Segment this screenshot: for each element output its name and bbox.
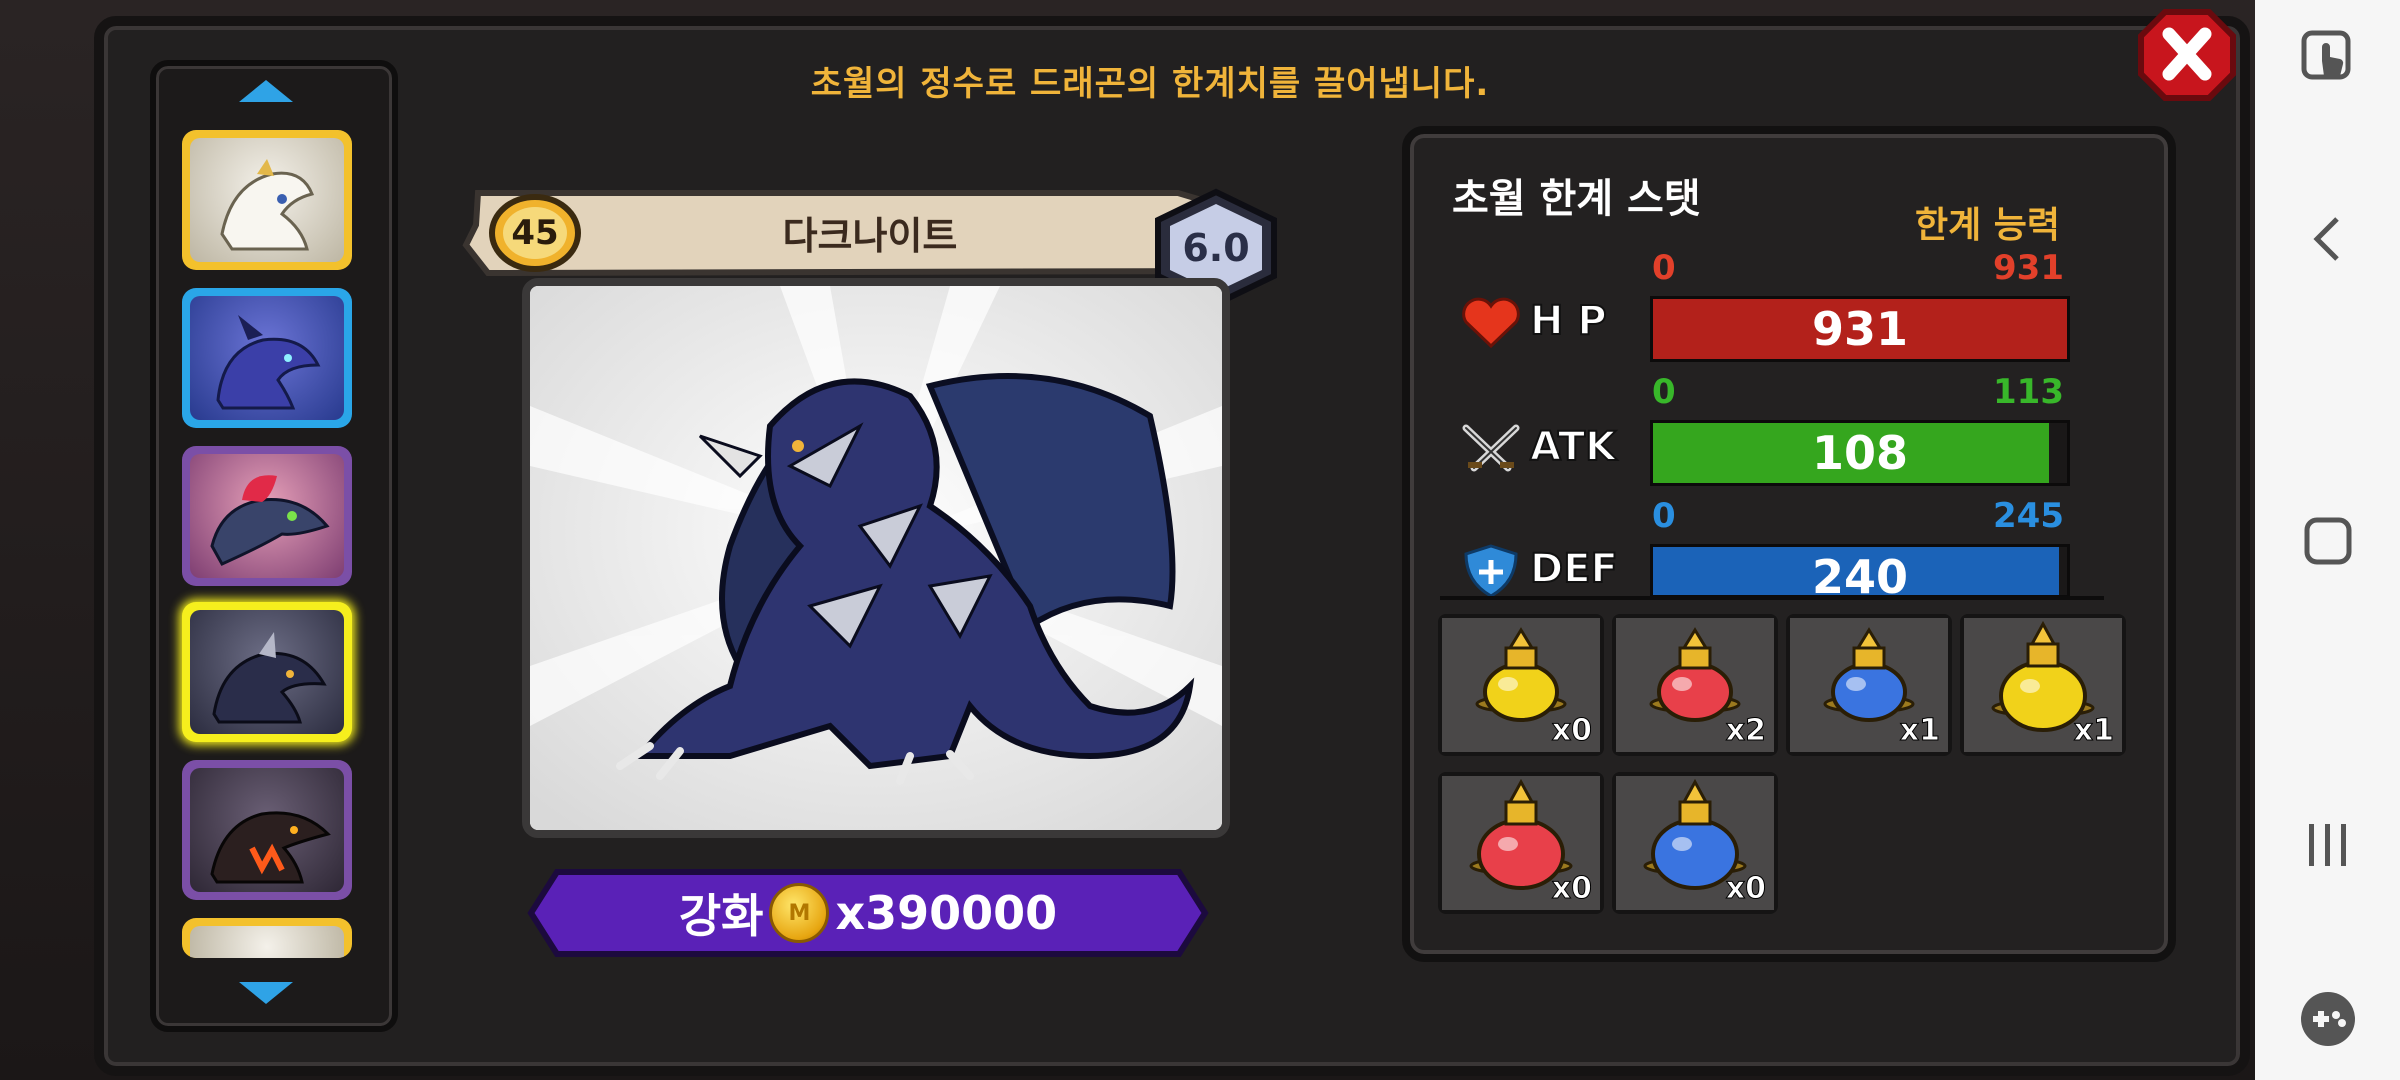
shield-icon (1460, 544, 1522, 598)
dragon-slot-blue[interactable] (182, 288, 352, 428)
atk-label: ATK (1529, 423, 1617, 471)
stats-divider (1440, 596, 2104, 600)
upgrade-cost: x390000 (835, 886, 1058, 940)
hp-max: 931 (1993, 248, 2064, 288)
dragon-slot-dark-knight[interactable] (182, 602, 352, 742)
potion-count-3: x1 (1899, 713, 1940, 749)
limit-stats-title: 초월 한계 스탯 (1452, 176, 1701, 222)
back-icon[interactable] (2295, 206, 2361, 272)
hp-value: 931 (1811, 302, 1909, 356)
potion-slot-3[interactable]: x1 (1786, 614, 1952, 756)
home-icon[interactable] (2295, 508, 2361, 574)
heart-icon (1460, 296, 1522, 350)
dragon-slot-pink[interactable] (182, 446, 352, 586)
potion-count-1: x0 (1551, 713, 1592, 749)
header-message: 초월의 정수로 드래곤의 한계치를 끌어냅니다. (810, 64, 1490, 104)
hp-min: 0 (1652, 248, 1676, 288)
potion-count-4: x1 (2073, 713, 2114, 749)
def-value: 240 (1811, 550, 1909, 598)
potion-slot-1[interactable]: x0 (1438, 614, 1604, 756)
hp-bar: 931 (1650, 296, 2070, 362)
dragon-slot-fire[interactable] (182, 760, 352, 900)
potion-slot-6[interactable]: x0 (1612, 772, 1778, 914)
atk-value: 108 (1811, 426, 1909, 480)
gold-coin-icon: M (769, 883, 830, 943)
dragon-slot-white[interactable] (182, 130, 352, 270)
potion-slot-4[interactable]: x1 (1960, 614, 2126, 756)
potion-slot-5[interactable]: x0 (1438, 772, 1604, 914)
close-button[interactable] (2137, 8, 2237, 102)
def-label: DEF (1529, 545, 1619, 593)
scroll-down-arrow-icon[interactable] (237, 978, 295, 1006)
limit-ability-label: 한계 능력 (1914, 205, 2060, 246)
scroll-up-arrow-icon[interactable] (237, 78, 295, 106)
upgrade-label: 강화 (678, 889, 764, 943)
dragon-slot-partial[interactable] (182, 918, 352, 958)
def-min: 0 (1652, 496, 1676, 536)
blue-dragon-icon (216, 315, 321, 410)
atk-max: 113 (1993, 372, 2064, 412)
coin-letter: M (788, 900, 811, 926)
potion-count-6: x0 (1725, 871, 1766, 907)
dark-knight-dragon-image (530, 286, 1222, 830)
fire-dragon-icon (210, 811, 331, 884)
white-dragon-icon (220, 159, 315, 251)
dragon-name: 다크나이트 (782, 214, 958, 258)
level-badge: 45 (488, 193, 582, 273)
game-launcher-icon[interactable] (2295, 986, 2361, 1052)
crossed-swords-icon (1460, 422, 1522, 476)
def-max: 245 (1993, 496, 2064, 536)
recent-apps-icon[interactable] (2295, 812, 2361, 878)
dragon-portrait (522, 278, 1230, 838)
level-text: 45 (511, 213, 559, 253)
potion-slot-2[interactable]: x2 (1612, 614, 1778, 756)
potion-count-5: x0 (1551, 871, 1592, 907)
def-bar: 240 (1650, 544, 2070, 598)
hp-label: H P (1529, 297, 1608, 345)
potion-count-2: x2 (1725, 713, 1766, 749)
atk-bar: 108 (1650, 420, 2070, 486)
pink-dragon-icon (210, 475, 330, 566)
atk-min: 0 (1652, 372, 1676, 412)
screen-touch-lock-icon[interactable] (2295, 24, 2361, 90)
dark-knight-dragon-icon (212, 632, 327, 724)
